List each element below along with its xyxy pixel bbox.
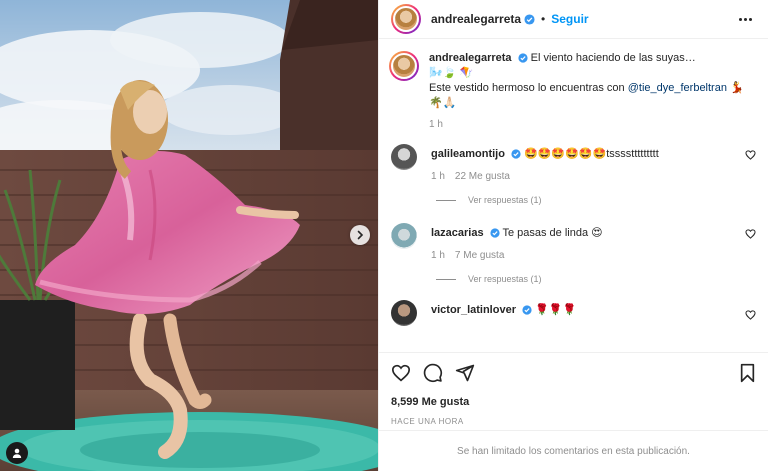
comment-button[interactable] [423, 363, 443, 383]
caption: andrealegarreta El viento haciendo de la… [389, 51, 756, 130]
comment-icon [423, 363, 443, 382]
like-button[interactable] [391, 364, 411, 382]
comment-username[interactable]: victor_latinlover [431, 304, 516, 316]
comments-limited-notice: Se han limitado los comentarios en esta … [379, 430, 768, 471]
caption-avatar[interactable] [389, 51, 419, 81]
post-timestamp[interactable]: Hace una hora [379, 412, 768, 430]
caption-line-4: 🌴🙏🏻 [429, 97, 457, 109]
author-avatar[interactable] [391, 4, 421, 34]
caption-line-1: El viento haciendo de las suyas… [530, 52, 696, 64]
more-options-button[interactable] [735, 14, 756, 25]
commenter-avatar[interactable] [391, 223, 417, 249]
view-replies-label: Ver respuestas (1) [468, 274, 542, 284]
view-replies-label: Ver respuestas (1) [468, 195, 542, 205]
post-panel: andrealegarreta • Seguir andrealegarreta… [378, 0, 768, 471]
comment-likes[interactable]: 7 Me gusta [455, 250, 504, 261]
comment-time[interactable]: 1 h [431, 250, 445, 261]
comment-username[interactable]: lazacarias [431, 227, 484, 239]
comments-list[interactable]: andrealegarreta El viento haciendo de la… [379, 39, 768, 352]
likes-count[interactable]: 8,599 Me gusta [379, 392, 768, 412]
commenter-avatar[interactable] [391, 300, 417, 326]
post-photo[interactable] [0, 0, 378, 471]
heart-icon[interactable] [745, 310, 756, 320]
share-button[interactable] [455, 363, 475, 383]
comment-text: 🌹🌹🌹 [535, 304, 577, 316]
comment-text: 🤩🤩🤩🤩🤩🤩tssssttttttttt [524, 148, 659, 160]
follow-button[interactable]: Seguir [551, 12, 588, 26]
caption-line-3-suffix: 💃 [726, 82, 744, 94]
verified-badge-icon [522, 305, 532, 315]
view-replies-button[interactable]: Ver respuestas (1) [436, 195, 756, 205]
heart-icon[interactable] [745, 150, 756, 160]
chevron-right-icon [357, 230, 364, 240]
comment-item: victor_latinlover 🌹🌹🌹 [391, 300, 756, 326]
paper-plane-icon [455, 364, 475, 381]
caption-time[interactable]: 1 h [429, 119, 443, 130]
caption-line-2: 🌬️🍃 🪁 [429, 67, 474, 79]
save-button[interactable] [739, 363, 756, 383]
author-username[interactable]: andrealegarreta [431, 12, 521, 26]
verified-badge-icon [517, 53, 528, 63]
commenter-avatar[interactable] [391, 144, 417, 170]
next-photo-button[interactable] [350, 225, 370, 245]
comment-username[interactable]: galileamontijo [431, 148, 505, 160]
photo-scene [0, 0, 378, 471]
comment-likes[interactable]: 22 Me gusta [455, 171, 510, 182]
comment-item: lazacarias Te pasas de linda 😍 1 h 7 Me … [391, 223, 756, 261]
comment-time[interactable]: 1 h [431, 171, 445, 182]
post-header: andrealegarreta • Seguir [379, 0, 768, 39]
action-bar [379, 352, 768, 392]
comment-item: galileamontijo 🤩🤩🤩🤩🤩🤩tssssttttttttt 1 h … [391, 144, 756, 182]
heart-icon[interactable] [745, 229, 756, 239]
header-separator: • [541, 12, 546, 26]
replies-divider [436, 278, 456, 280]
verified-badge-icon [511, 149, 521, 159]
view-replies-button[interactable]: Ver respuestas (1) [436, 274, 756, 284]
bookmark-icon [740, 363, 755, 382]
caption-line-3-prefix: Este vestido hermoso lo encuentras con [429, 82, 628, 94]
replies-divider [436, 199, 456, 201]
user-tag-icon [12, 448, 22, 458]
comment-text: Te pasas de linda 😍 [502, 227, 603, 239]
caption-username[interactable]: andrealegarreta [429, 52, 512, 64]
tagged-users-button[interactable] [6, 442, 28, 464]
verified-badge-icon [490, 228, 500, 238]
more-horizontal-icon [739, 17, 742, 21]
verified-badge-icon [524, 13, 535, 25]
heart-icon [391, 364, 411, 381]
caption-mention-link[interactable]: @tie_dye_ferbeltran [628, 82, 727, 94]
